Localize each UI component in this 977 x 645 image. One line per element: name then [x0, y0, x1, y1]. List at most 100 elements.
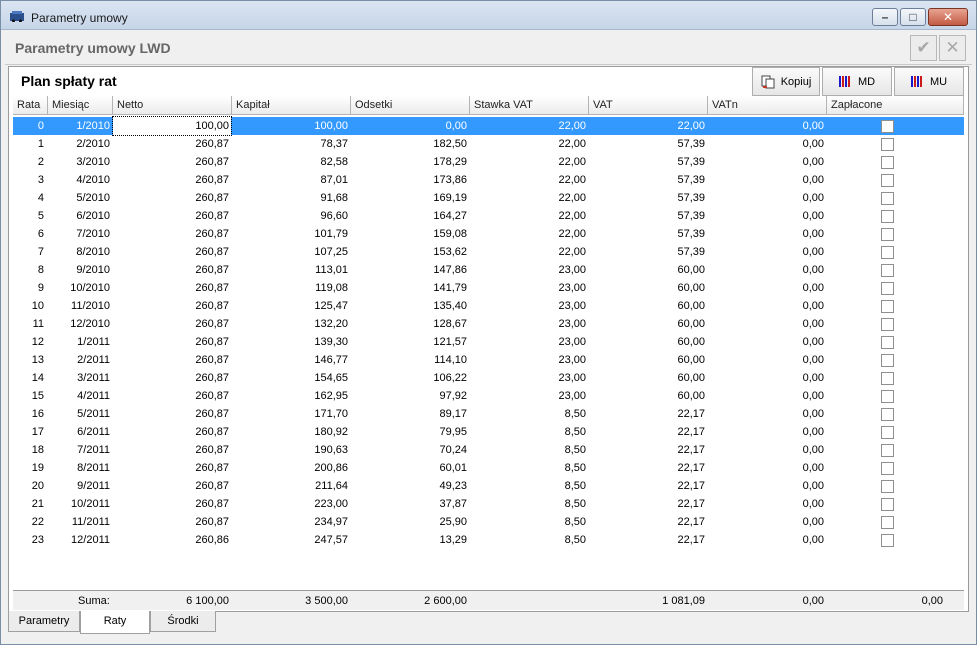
cell-miesiac[interactable]: 6/2011 [48, 423, 110, 441]
cell-rata[interactable]: 1 [13, 135, 44, 153]
paid-checkbox[interactable] [881, 444, 894, 457]
table-row[interactable]: 14 3/2011 260,87 154,65 106,22 23,00 60,00 0,00 [13, 369, 964, 387]
cell-stawka-vat[interactable]: 22,00 [470, 207, 586, 225]
cell-miesiac[interactable]: 4/2011 [48, 387, 110, 405]
cell-odsetki[interactable]: 164,27 [351, 207, 467, 225]
paid-checkbox[interactable] [881, 390, 894, 403]
cell-kapital[interactable]: 247,57 [232, 531, 348, 549]
cell-odsetki[interactable]: 49,23 [351, 477, 467, 495]
cell-netto[interactable]: 260,87 [113, 261, 229, 279]
cell-miesiac[interactable]: 4/2010 [48, 171, 110, 189]
cell-vatn[interactable]: 0,00 [708, 261, 824, 279]
cell-vat[interactable]: 22,17 [589, 495, 705, 513]
cell-netto[interactable]: 260,87 [113, 351, 229, 369]
cell-kapital[interactable]: 200,86 [232, 459, 348, 477]
paid-checkbox[interactable] [881, 516, 894, 529]
cell-vat[interactable]: 22,17 [589, 405, 705, 423]
column-header-rata[interactable]: Rata [13, 96, 48, 115]
cell-vatn[interactable]: 0,00 [708, 207, 824, 225]
cell-vatn[interactable]: 0,00 [708, 459, 824, 477]
column-header-zaplacone[interactable]: Zapłacone [827, 96, 964, 115]
cell-kapital[interactable]: 82,58 [232, 153, 348, 171]
cell-rata[interactable]: 23 [13, 531, 44, 549]
cell-netto[interactable]: 260,87 [113, 243, 229, 261]
cell-odsetki[interactable]: 178,29 [351, 153, 467, 171]
tab-parametry[interactable]: Parametry [8, 611, 80, 632]
table-row[interactable]: 19 8/2011 260,87 200,86 60,01 8,50 22,17 0,00 [13, 459, 964, 477]
cell-vat[interactable]: 57,39 [589, 189, 705, 207]
cell-vat[interactable]: 22,17 [589, 459, 705, 477]
cell-vatn[interactable]: 0,00 [708, 495, 824, 513]
paid-checkbox[interactable] [881, 282, 894, 295]
table-row[interactable]: 2 3/2010 260,87 82,58 178,29 22,00 57,39 0,00 [13, 153, 964, 171]
cell-rata[interactable]: 4 [13, 189, 44, 207]
cell-vatn[interactable]: 0,00 [708, 225, 824, 243]
cell-odsetki[interactable]: 0,00 [351, 117, 467, 135]
cell-kapital[interactable]: 107,25 [232, 243, 348, 261]
cell-rata[interactable]: 0 [13, 117, 44, 135]
cell-netto[interactable]: 260,87 [113, 387, 229, 405]
cell-miesiac[interactable]: 11/2011 [48, 513, 110, 531]
cell-netto[interactable]: 260,87 [113, 333, 229, 351]
cell-kapital[interactable]: 162,95 [232, 387, 348, 405]
cell-vatn[interactable]: 0,00 [708, 171, 824, 189]
cell-stawka-vat[interactable]: 8,50 [470, 531, 586, 549]
paid-checkbox[interactable] [881, 498, 894, 511]
cell-odsetki[interactable]: 135,40 [351, 297, 467, 315]
column-header-vat[interactable]: VAT [589, 96, 708, 115]
cell-kapital[interactable]: 125,47 [232, 297, 348, 315]
cell-miesiac[interactable]: 11/2010 [48, 297, 110, 315]
cell-vat[interactable]: 22,17 [589, 423, 705, 441]
paid-checkbox[interactable] [881, 210, 894, 223]
cell-kapital[interactable]: 91,68 [232, 189, 348, 207]
column-header-vatn[interactable]: VATn [708, 96, 827, 115]
column-header-netto[interactable]: Netto [113, 96, 232, 115]
cell-rata[interactable]: 2 [13, 153, 44, 171]
cell-netto[interactable]: 260,87 [113, 189, 229, 207]
cell-rata[interactable]: 12 [13, 333, 44, 351]
cell-netto[interactable]: 260,87 [113, 225, 229, 243]
cell-odsetki[interactable]: 147,86 [351, 261, 467, 279]
cell-vat[interactable]: 60,00 [589, 315, 705, 333]
confirm-button[interactable]: ✔ [910, 35, 937, 61]
table-row[interactable]: 5 6/2010 260,87 96,60 164,27 22,00 57,39 0,00 [13, 207, 964, 225]
cell-netto[interactable]: 260,87 [113, 459, 229, 477]
cell-vat[interactable]: 22,17 [589, 513, 705, 531]
cell-odsetki[interactable]: 89,17 [351, 405, 467, 423]
cell-vat[interactable]: 22,17 [589, 531, 705, 549]
cell-stawka-vat[interactable]: 22,00 [470, 171, 586, 189]
cell-odsetki[interactable]: 79,95 [351, 423, 467, 441]
cell-stawka-vat[interactable]: 22,00 [470, 189, 586, 207]
cell-netto[interactable]: 260,87 [113, 369, 229, 387]
cell-stawka-vat[interactable]: 22,00 [470, 117, 586, 135]
cell-miesiac[interactable]: 8/2010 [48, 243, 110, 261]
cell-netto[interactable]: 260,87 [113, 171, 229, 189]
paid-checkbox[interactable] [881, 462, 894, 475]
table-row[interactable]: 23 12/2011 260,86 247,57 13,29 8,50 22,17 0,00 [13, 531, 964, 549]
cell-kapital[interactable]: 100,00 [232, 117, 348, 135]
cell-vatn[interactable]: 0,00 [708, 297, 824, 315]
cell-vatn[interactable]: 0,00 [708, 531, 824, 549]
cell-stawka-vat[interactable]: 23,00 [470, 333, 586, 351]
cell-miesiac[interactable]: 1/2010 [48, 117, 110, 135]
cell-miesiac[interactable]: 1/2011 [48, 333, 110, 351]
cell-vatn[interactable]: 0,00 [708, 405, 824, 423]
cell-stawka-vat[interactable]: 23,00 [470, 369, 586, 387]
table-row[interactable]: 15 4/2011 260,87 162,95 97,92 23,00 60,00 0,00 [13, 387, 964, 405]
cell-odsetki[interactable]: 173,86 [351, 171, 467, 189]
cell-stawka-vat[interactable]: 8,50 [470, 441, 586, 459]
cell-vat[interactable]: 60,00 [589, 333, 705, 351]
cell-vatn[interactable]: 0,00 [708, 243, 824, 261]
paid-checkbox[interactable] [881, 174, 894, 187]
column-header-stawka-vat[interactable]: Stawka VAT [470, 96, 589, 115]
column-header-miesiac[interactable]: Miesiąc [48, 96, 113, 115]
cell-rata[interactable]: 14 [13, 369, 44, 387]
column-header-odsetki[interactable]: Odsetki [351, 96, 470, 115]
cell-kapital[interactable]: 119,08 [232, 279, 348, 297]
cell-odsetki[interactable]: 121,57 [351, 333, 467, 351]
paid-checkbox[interactable] [881, 228, 894, 241]
paid-checkbox[interactable] [881, 120, 894, 133]
table-row[interactable]: 12 1/2011 260,87 139,30 121,57 23,00 60,00 0,00 [13, 333, 964, 351]
cell-netto[interactable]: 260,87 [113, 423, 229, 441]
cell-stawka-vat[interactable]: 23,00 [470, 279, 586, 297]
